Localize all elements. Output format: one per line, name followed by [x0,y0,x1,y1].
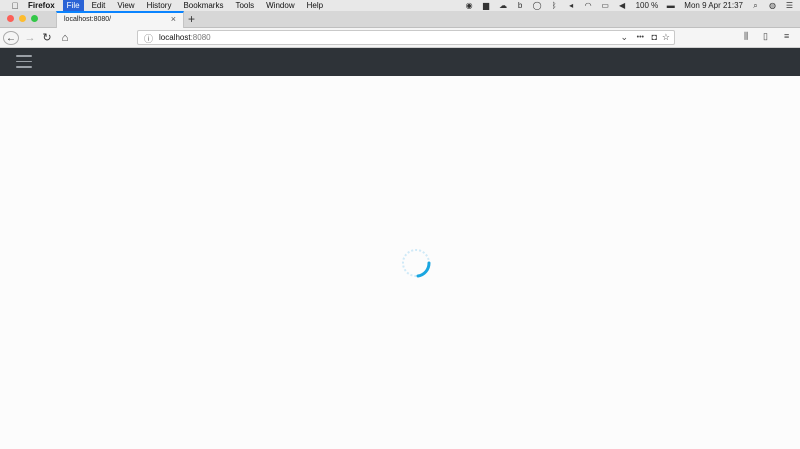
window-controls [7,15,43,22]
tab-title: localhost:8080/ [64,16,112,23]
browser-tab-active[interactable]: localhost:8080/ × [56,11,184,28]
url-bar[interactable]: ⓘ localhost:8080 ⌄ ••• ◘ ☆ [137,30,675,45]
menu-edit[interactable]: Edit [92,1,106,10]
new-tab-button[interactable]: + [188,12,195,26]
menu-tools[interactable]: Tools [235,1,254,10]
volume-speaker-icon[interactable]: ◀ [618,1,627,10]
hamburger-menu-icon[interactable] [16,55,32,68]
user-avatar-icon[interactable]: ◍ [768,1,777,10]
pocket-icon[interactable]: ◘ [652,32,657,42]
url-text[interactable]: localhost:8080 [159,33,211,42]
volume-icon[interactable]: ◂ [567,1,576,10]
chat-icon[interactable]: ◯ [533,1,542,10]
reload-button[interactable]: ↻ [40,31,54,45]
open-menu-icon[interactable]: ≡ [784,31,789,41]
menu-app-firefox[interactable]: Firefox [28,1,55,10]
bookmark-star-icon[interactable]: ☆ [662,32,670,43]
forward-button[interactable]: → [23,31,37,45]
url-dropdown-chevron-icon[interactable]: ⌄ [620,32,628,43]
bluetooth-icon[interactable]: ᛒ [550,1,559,10]
spotlight-search-icon[interactable]: ⌕ [751,1,760,10]
menu-view[interactable]: View [117,1,134,10]
airplay-icon[interactable]: ▭ [601,1,610,10]
wifi-icon[interactable]: ◠ [584,1,593,10]
library-icon[interactable]: ⫼ [744,31,748,42]
menu-window[interactable]: Window [266,1,294,10]
url-port: :8080 [190,33,211,42]
menu-history[interactable]: History [147,1,172,10]
navigation-toolbar: ← → ↻ ⌂ ⓘ localhost:8080 ⌄ ••• ◘ ☆ ⫼ ▯ ≡ [0,28,800,48]
minimize-window-button[interactable] [19,15,26,22]
b-app-icon[interactable]: b [516,1,525,10]
page-content [0,76,800,449]
zoom-window-button[interactable] [31,15,38,22]
apple-menu-icon[interactable]:  [10,1,20,11]
menu-help[interactable]: Help [307,1,323,10]
tab-strip: localhost:8080/ × + [0,11,800,28]
page-actions-button[interactable]: ••• [637,34,644,41]
tab-close-button[interactable]: × [171,14,176,24]
battery-icon: ▬ [666,0,675,10]
sidebar-icon[interactable]: ▯ [763,31,768,42]
menu-bookmarks[interactable]: Bookmarks [183,1,223,10]
menu-bar-status-area: ◉ ▆ ☁ b ◯ ᛒ ◂ ◠ ▭ ◀ 100 % ▬ Mon 9 Apr 21… [457,0,800,11]
docker-icon[interactable]: ▆ [482,1,491,10]
notification-center-icon[interactable]: ☰ [785,1,794,10]
battery-percent[interactable]: 100 % [636,1,659,10]
site-info-icon[interactable]: ⓘ [144,32,153,45]
app-header [0,48,800,76]
record-icon[interactable]: ◉ [465,1,474,10]
menu-file[interactable]: File [62,0,84,11]
back-button[interactable]: ← [3,31,19,45]
close-window-button[interactable] [7,15,14,22]
menu-bar-clock[interactable]: Mon 9 Apr 21:37 [684,1,743,10]
loading-spinner-icon [402,249,431,278]
cloud-icon[interactable]: ☁ [499,1,508,10]
macos-menu-bar:  Firefox File Edit View History Bookmar… [0,0,800,11]
home-button[interactable]: ⌂ [58,31,72,45]
url-host: localhost [159,33,191,42]
